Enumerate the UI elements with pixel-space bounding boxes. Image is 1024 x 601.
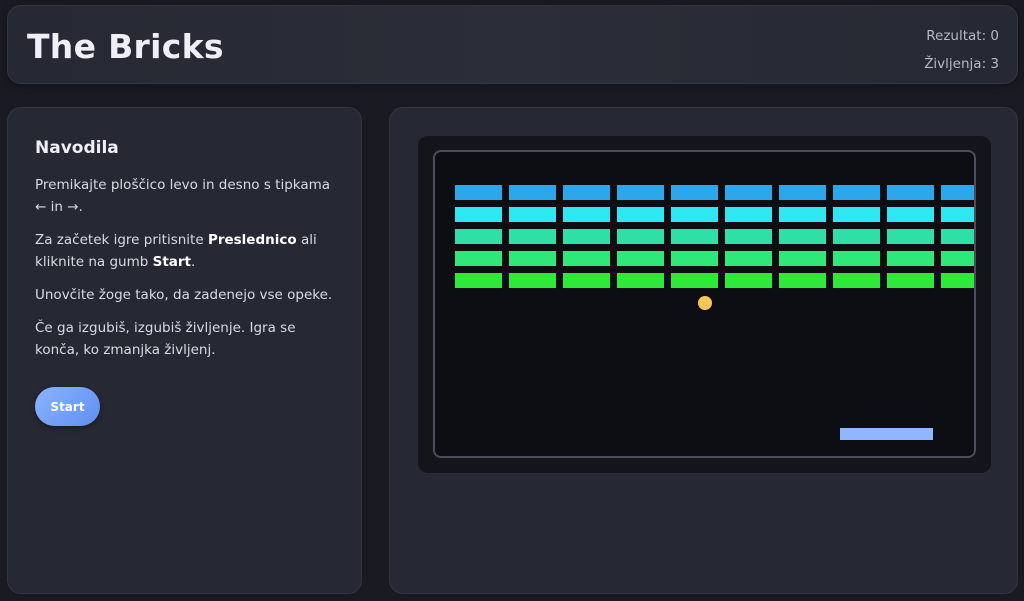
brick [941,251,974,266]
brick [509,185,556,200]
brick [725,229,772,244]
brick [617,207,664,222]
brick [455,251,502,266]
game-board [455,185,974,440]
brick [455,185,502,200]
brick [833,229,880,244]
brick [671,185,718,200]
brick [563,185,610,200]
brick [833,251,880,266]
brick [509,207,556,222]
brick [617,229,664,244]
brick [725,207,772,222]
brick [833,273,880,288]
brick [725,251,772,266]
brick [509,251,556,266]
stats-panel: Rezultat: 0 Življenja: 3 [924,22,999,78]
brick [509,229,556,244]
brick [725,185,772,200]
start-word: Start [152,254,191,270]
brick [887,229,934,244]
instruction-lives: Če ga izgubiš, izgubiš življenje. Igra s… [35,320,296,358]
brick [941,273,974,288]
brick [941,229,974,244]
brick [563,207,610,222]
header: The Bricks Rezultat: 0 Življenja: 3 [7,5,1018,84]
brick [455,229,502,244]
start-button[interactable]: Start [35,387,100,426]
game-panel [389,107,1018,594]
brick [779,273,826,288]
brick [779,185,826,200]
brick [617,185,664,200]
instructions-panel: Navodila Premikajte ploščico levo in des… [7,107,362,594]
brick [455,207,502,222]
instruction-start: Za začetek igre pritisnite Preslednico a… [35,229,334,273]
game-canvas[interactable] [433,150,976,458]
instruction-start-end: . [191,254,196,270]
score-display: Rezultat: 0 [926,28,999,44]
instruction-goal: Unovčite žoge tako, da zadenejo vse opek… [35,287,333,303]
paddle[interactable] [840,428,933,440]
brick [455,273,502,288]
instruction-move: Premikajte ploščico levo in desno s tipk… [35,177,331,215]
brick [671,251,718,266]
brick [833,207,880,222]
brick [509,273,556,288]
brick [671,207,718,222]
brick [941,207,974,222]
brick [617,273,664,288]
brick [833,185,880,200]
brick [887,251,934,266]
instruction-start-pre: Za začetek igre pritisnite [35,232,208,248]
brick [671,229,718,244]
brick [779,251,826,266]
brick [941,185,974,200]
brick [887,185,934,200]
brick [887,273,934,288]
game-frame [418,136,991,473]
brick [563,251,610,266]
brick [725,273,772,288]
game-title: The Bricks [27,27,224,66]
lives-display: Življenja: 3 [924,56,999,72]
brick [887,207,934,222]
brick [779,229,826,244]
ball [698,296,712,310]
space-key-label: Preslednico [207,232,297,248]
brick [671,273,718,288]
brick [563,273,610,288]
instructions-heading: Navodila [35,138,119,158]
brick [617,251,664,266]
brick [779,207,826,222]
brick [563,229,610,244]
